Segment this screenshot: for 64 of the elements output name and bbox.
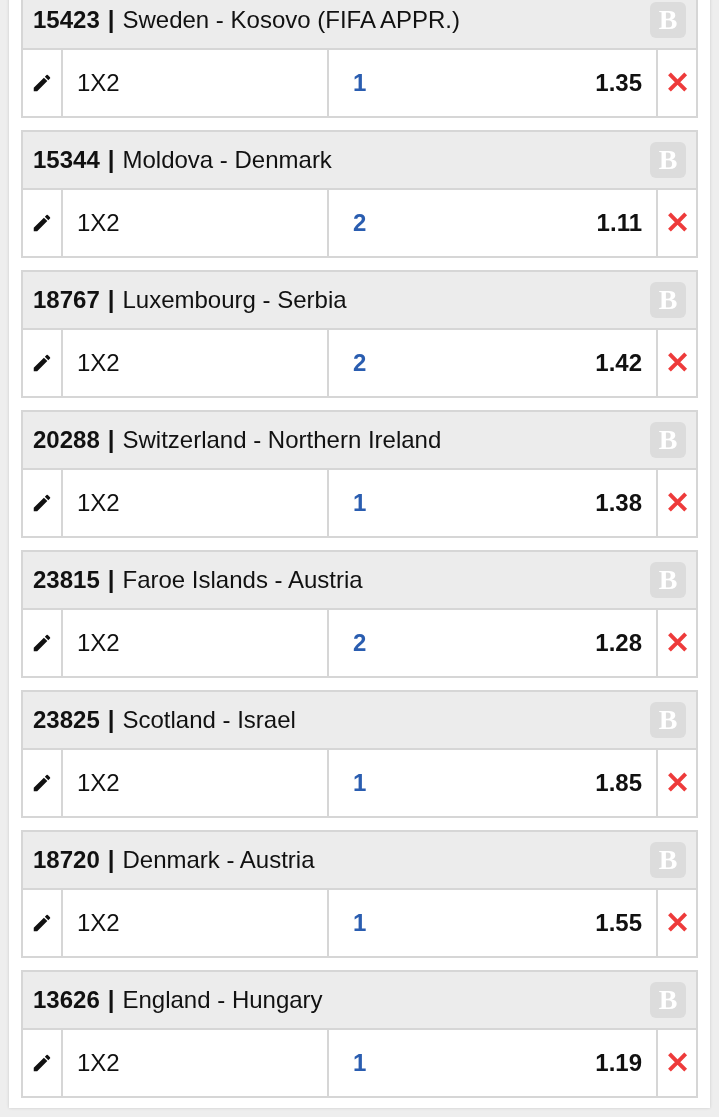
market-cell: 1X2 <box>63 50 329 116</box>
odds: 1.19 <box>595 1048 642 1078</box>
market-cell: 1X2 <box>63 890 329 956</box>
market-cell: 1X2 <box>63 750 329 816</box>
event-code: 15344 <box>33 145 100 175</box>
remove-button[interactable]: ✕ <box>658 1030 696 1096</box>
separator: | <box>107 565 115 595</box>
odds: 1.55 <box>595 908 642 938</box>
odds: 1.28 <box>595 628 642 658</box>
match-name: Luxembourg - Serbia <box>122 285 348 315</box>
pick: 1 <box>353 488 367 518</box>
remove-button[interactable]: ✕ <box>658 470 696 536</box>
match-name: Denmark - Austria <box>122 845 316 875</box>
market-cell: 1X2 <box>63 190 329 256</box>
separator: | <box>107 145 115 175</box>
pick: 1 <box>353 1048 367 1078</box>
pencil-icon[interactable] <box>31 72 53 94</box>
odds: 1.42 <box>595 348 642 378</box>
remove-button[interactable]: ✕ <box>658 190 696 256</box>
odds: 1.38 <box>595 488 642 518</box>
pick: 1 <box>353 768 367 798</box>
pick: 2 <box>353 628 367 658</box>
pencil-icon[interactable] <box>31 212 53 234</box>
pick: 1 <box>353 68 367 98</box>
pencil-icon[interactable] <box>31 352 53 374</box>
pencil-icon[interactable] <box>31 912 53 934</box>
pencil-icon[interactable] <box>31 492 53 514</box>
separator: | <box>107 985 115 1015</box>
odds: 1.35 <box>595 68 642 98</box>
event-code: 23825 <box>33 705 100 735</box>
remove-button[interactable]: ✕ <box>658 50 696 116</box>
odds: 1.11 <box>596 208 642 238</box>
pick: 1 <box>353 908 367 938</box>
pick: 2 <box>353 208 367 238</box>
remove-button[interactable]: ✕ <box>658 750 696 816</box>
pencil-icon[interactable] <box>31 632 53 654</box>
market-cell: 1X2 <box>63 330 329 396</box>
event-code: 20288 <box>33 425 100 455</box>
separator: | <box>107 285 115 315</box>
event-code: 18720 <box>33 845 100 875</box>
pick: 2 <box>353 348 367 378</box>
event-code: 18767 <box>33 285 100 315</box>
match-name: Faroe Islands - Austria <box>122 565 364 595</box>
market-cell: 1X2 <box>63 470 329 536</box>
match-name: Sweden - Kosovo (FIFA APPR.) <box>122 5 461 35</box>
match-name: Switzerland - Northern Ireland <box>122 425 443 455</box>
pencil-icon[interactable] <box>31 1052 53 1074</box>
separator: | <box>107 705 115 735</box>
event-code: 15423 <box>33 5 100 35</box>
separator: | <box>107 5 115 35</box>
event-code: 23815 <box>33 565 100 595</box>
match-name: Moldova - Denmark <box>122 145 333 175</box>
pencil-icon[interactable] <box>31 772 53 794</box>
remove-button[interactable]: ✕ <box>658 890 696 956</box>
event-code: 13626 <box>33 985 100 1015</box>
separator: | <box>107 845 115 875</box>
match-name: Scotland - Israel <box>122 705 297 735</box>
match-name: England - Hungary <box>122 985 324 1015</box>
odds: 1.85 <box>595 768 642 798</box>
market-cell: 1X2 <box>63 610 329 676</box>
remove-button[interactable]: ✕ <box>658 610 696 676</box>
remove-button[interactable]: ✕ <box>658 330 696 396</box>
separator: | <box>107 425 115 455</box>
market-cell: 1X2 <box>63 1030 329 1096</box>
